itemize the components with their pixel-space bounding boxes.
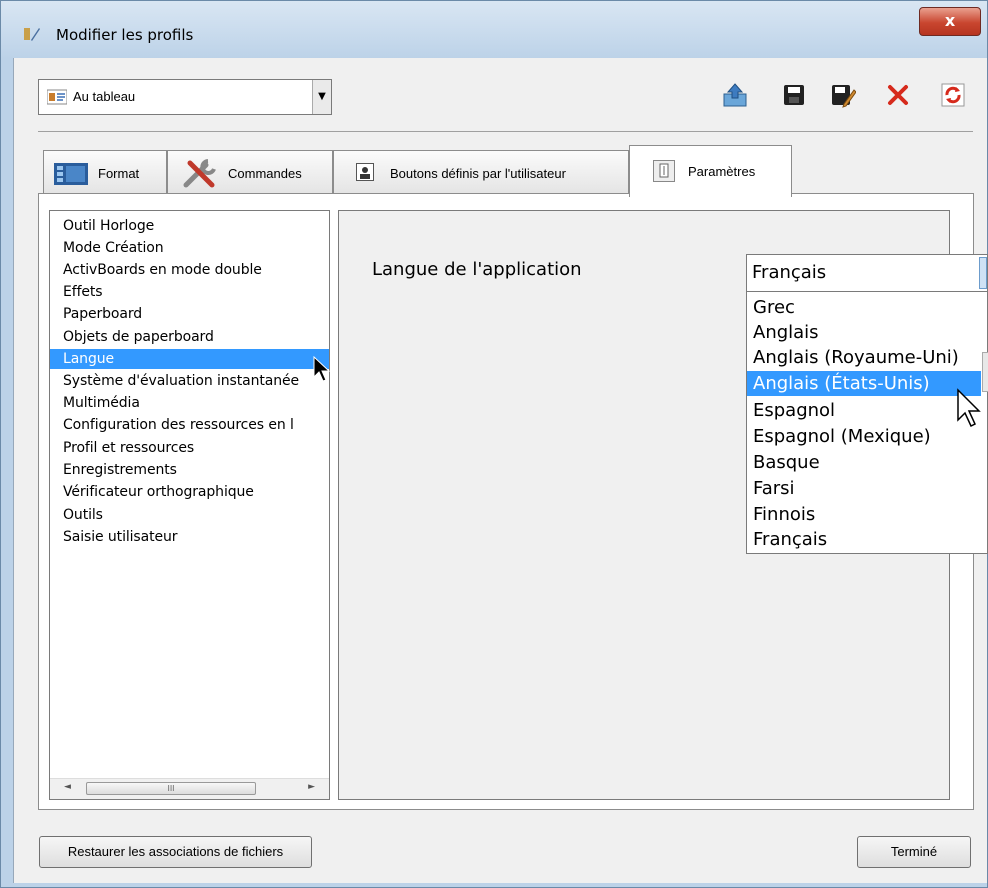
list-item[interactable]: ActivBoards en mode double (63, 260, 262, 280)
list-item[interactable]: Vérificateur orthographique (63, 482, 254, 502)
tab-user-buttons-label: Boutons définis par l'utilisateur (390, 166, 566, 181)
app-icon (24, 28, 40, 41)
scroll-thumb[interactable]: III (86, 782, 256, 795)
refresh-icon[interactable] (940, 82, 966, 108)
arrow-cursor-icon (313, 356, 331, 382)
language-option[interactable]: Français (747, 527, 981, 552)
save-as-icon[interactable] (830, 82, 856, 108)
language-option[interactable]: Grec (747, 295, 981, 320)
arrow-cursor-icon (957, 388, 981, 428)
tools-icon (183, 159, 216, 188)
language-option[interactable]: Anglais (Royaume-Uni) (747, 345, 981, 370)
format-icon (54, 163, 88, 185)
user-buttons-icon (356, 163, 374, 181)
scroll-left-icon[interactable]: ◄ (64, 782, 71, 792)
language-option[interactable]: Anglais (747, 320, 981, 345)
list-item[interactable]: Mode Création (63, 238, 164, 258)
chevron-down-icon[interactable]: ▼ (312, 80, 331, 114)
done-button[interactable]: Terminé (857, 836, 971, 868)
list-item[interactable]: Multimédia (63, 393, 140, 413)
profile-board-icon (47, 89, 67, 105)
list-item[interactable]: Configuration des ressources en l (63, 415, 294, 435)
toolbar-separator (38, 131, 973, 132)
profile-dropdown-value: Au tableau (73, 89, 136, 104)
list-item[interactable]: Effets (63, 282, 103, 302)
list-item[interactable]: Profil et ressources (63, 438, 194, 458)
window-title: Modifier les profils (56, 26, 194, 44)
list-item[interactable]: Objets de paperboard (63, 327, 214, 347)
language-option[interactable]: Espagnol (747, 398, 981, 423)
restore-file-associations-button[interactable]: Restaurer les associations de fichiers (39, 836, 312, 868)
tab-user-buttons[interactable]: Boutons définis par l'utilisateur (333, 150, 629, 194)
tab-parametres-label: Paramètres (688, 164, 756, 179)
tab-format[interactable]: Format (43, 150, 167, 194)
list-item-selected[interactable]: Langue (50, 349, 329, 369)
list-item[interactable]: Outils (63, 505, 103, 525)
delete-icon[interactable] (885, 82, 911, 108)
tab-format-label: Format (98, 166, 140, 181)
language-option-highlighted[interactable]: Anglais (États-Unis) (747, 371, 981, 396)
save-icon[interactable] (781, 82, 807, 108)
tab-commandes-label: Commandes (228, 166, 302, 181)
title-bar: Modifier les profils x (1, 1, 987, 59)
dropdown-scrollbar[interactable] (982, 352, 988, 392)
scroll-right-icon[interactable]: ► (308, 782, 315, 792)
settings-icon (653, 160, 675, 182)
close-button[interactable]: x (919, 7, 981, 36)
language-combobox-value: Français (752, 262, 827, 283)
application-language-label: Langue de l'application (372, 259, 582, 280)
language-option[interactable]: Finnois (747, 502, 981, 527)
list-item[interactable]: Système d'évaluation instantanée (63, 371, 299, 391)
tab-parametres[interactable]: Paramètres (629, 145, 792, 197)
language-combobox[interactable]: Français (746, 254, 988, 292)
profile-dropdown[interactable]: Au tableau ▼ (38, 79, 332, 115)
tab-commandes[interactable]: Commandes (167, 150, 333, 194)
export-icon[interactable] (722, 82, 748, 108)
list-item[interactable]: Outil Horloge (63, 216, 154, 236)
settings-category-list[interactable]: Outil Horloge Mode Création ActivBoards … (49, 210, 330, 800)
list-item[interactable]: Paperboard (63, 304, 142, 324)
language-option[interactable]: Farsi (747, 476, 981, 501)
list-item[interactable]: Enregistrements (63, 460, 177, 480)
language-option[interactable]: Espagnol (Mexique) (747, 424, 981, 449)
chevron-down-icon[interactable] (979, 257, 987, 289)
list-item[interactable]: Saisie utilisateur (63, 527, 178, 547)
language-options-list[interactable]: Grec Anglais Anglais (Royaume-Uni) Angla… (746, 292, 988, 554)
close-icon: x (944, 11, 956, 30)
language-option[interactable]: Basque (747, 450, 981, 475)
horizontal-scrollbar[interactable]: ◄ III ► (50, 778, 329, 799)
